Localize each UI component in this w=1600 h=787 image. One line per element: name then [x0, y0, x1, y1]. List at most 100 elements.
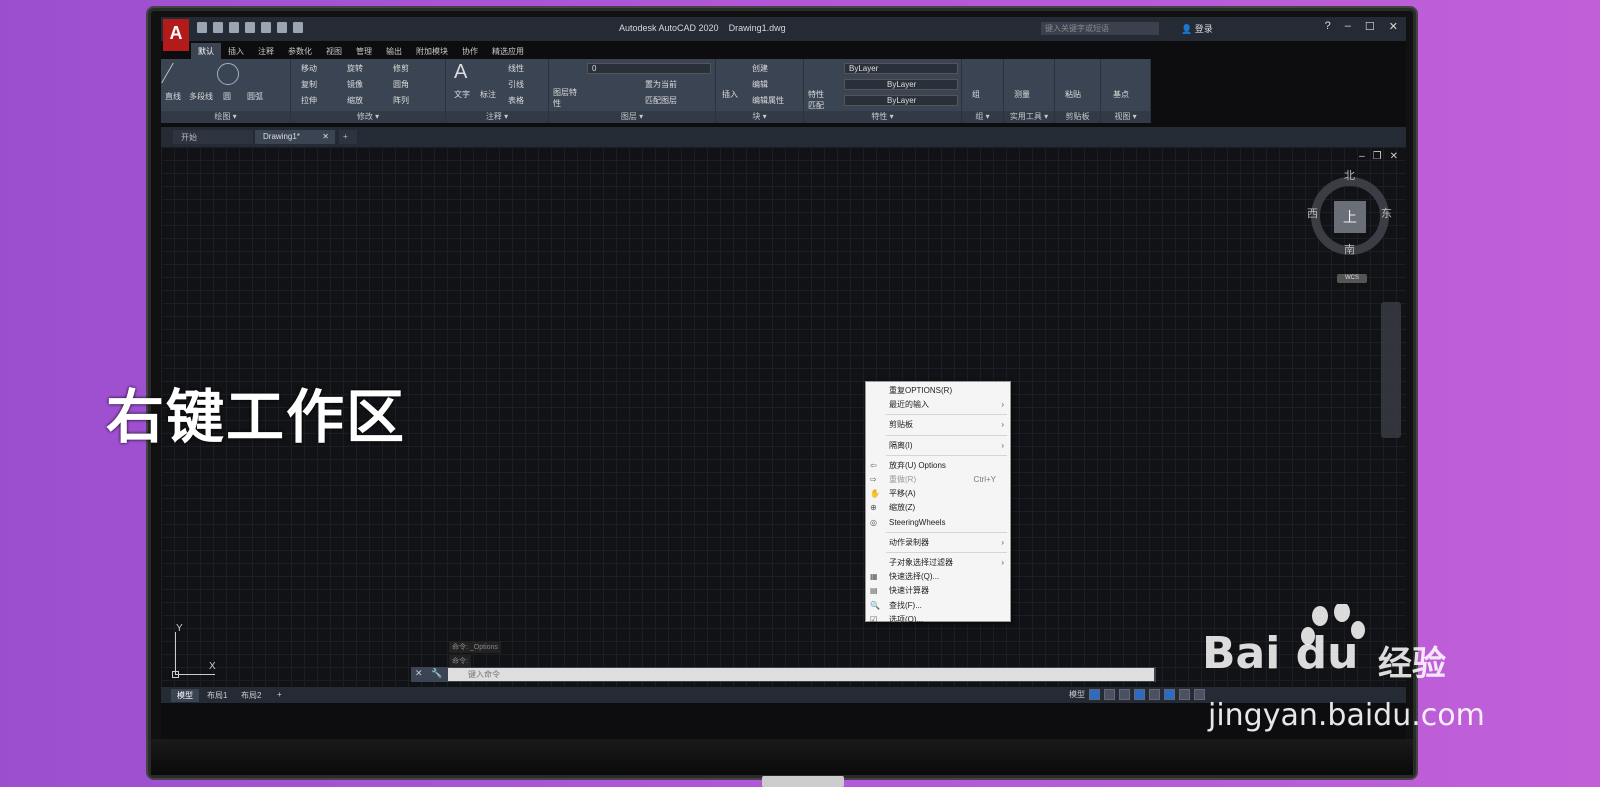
draw-panel-title[interactable]: 绘图 ▾ — [161, 111, 290, 123]
context-menu-item[interactable]: ⇦ 放弃(U) Options — [866, 459, 1010, 472]
linetype-dropdown[interactable]: ByLayer — [844, 79, 958, 90]
context-menu-item[interactable]: 剪贴板 › — [866, 418, 1010, 431]
table-button[interactable]: 表格 — [508, 95, 524, 106]
scale-button[interactable]: 缩放 — [347, 95, 363, 106]
undo-icon[interactable] — [277, 22, 287, 33]
context-menu-item[interactable]: 重复OPTIONS(R) — [866, 384, 1010, 397]
tab-layout2[interactable]: 布局2 — [235, 689, 267, 702]
stretch-button[interactable]: 拉伸 — [301, 95, 317, 106]
layers-panel-title[interactable]: 图层 ▾ — [549, 111, 715, 123]
add-layout-button[interactable]: + — [271, 689, 288, 700]
leader-button[interactable]: 引线 — [508, 79, 524, 90]
help-icon[interactable]: ? — [1325, 20, 1331, 33]
array-button[interactable]: 阵列 — [393, 95, 409, 106]
polyline-button[interactable]: 多段线 — [189, 91, 213, 102]
polar-toggle-icon[interactable] — [1134, 689, 1145, 700]
save-as-icon[interactable] — [245, 22, 255, 33]
context-menu-item[interactable]: 动作录制器 › — [866, 536, 1010, 549]
close-tab-icon[interactable]: ✕ — [322, 132, 329, 141]
color-dropdown[interactable]: ByLayer — [844, 63, 958, 74]
wcs-menu[interactable]: WCS — [1337, 274, 1367, 283]
osnap-toggle-icon[interactable] — [1164, 689, 1175, 700]
maximize-icon[interactable]: ☐ — [1365, 20, 1375, 33]
edit-block-button[interactable]: 编辑 — [752, 79, 768, 90]
measure-button[interactable]: 测量 — [1014, 89, 1030, 100]
save-icon[interactable] — [229, 22, 239, 33]
context-menu-item[interactable]: 🔍 查找(F)... — [866, 599, 1010, 612]
base-point-button[interactable]: 基点 — [1113, 89, 1129, 100]
viewport-minimize-icon[interactable]: – — [1359, 151, 1365, 162]
context-menu-item[interactable]: ▤ 快速计算器 — [866, 584, 1010, 597]
new-icon[interactable] — [197, 22, 207, 33]
context-menu-item[interactable]: ☑ 选项(O)... — [866, 613, 1010, 626]
tab-start[interactable]: 开始 — [173, 130, 253, 144]
ribbon-tab-3[interactable]: 参数化 — [281, 43, 319, 59]
viewcube-south[interactable]: 南 — [1344, 241, 1355, 257]
groups-panel-title[interactable]: 组 ▾ — [962, 111, 1003, 123]
block-panel-title[interactable]: 块 ▾ — [716, 111, 803, 123]
create-block-button[interactable]: 创建 — [752, 63, 768, 74]
line-button[interactable]: 直线 — [165, 91, 181, 102]
context-menu-item[interactable]: 子对象选择过滤器 › — [866, 556, 1010, 569]
ortho-toggle-icon[interactable] — [1119, 689, 1130, 700]
ribbon-tab-2[interactable]: 注释 — [251, 43, 281, 59]
ribbon-tab-9[interactable]: 精选应用 — [485, 43, 531, 59]
open-icon[interactable] — [213, 22, 223, 33]
tab-layout1[interactable]: 布局1 — [201, 689, 233, 702]
ribbon-tab-8[interactable]: 协作 — [455, 43, 485, 59]
annotation-panel-title[interactable]: 注释 ▾ — [446, 111, 548, 123]
grid-toggle-icon[interactable] — [1089, 689, 1100, 700]
close-icon[interactable]: ✕ — [1389, 20, 1398, 33]
snap-toggle-icon[interactable] — [1104, 689, 1115, 700]
ribbon-tab-1[interactable]: 插入 — [221, 43, 251, 59]
context-menu-item[interactable]: ▦ 快速选择(Q)... — [866, 570, 1010, 583]
viewcube-north[interactable]: 北 — [1344, 167, 1355, 183]
modify-panel-title[interactable]: 修改 ▾ — [291, 111, 445, 123]
customize-command-icon[interactable]: 🔧 — [431, 668, 442, 679]
rotate-button[interactable]: 旋转 — [347, 63, 363, 74]
viewport-restore-icon[interactable]: ❐ — [1373, 151, 1382, 162]
context-menu-item[interactable]: ✋ 平移(A) — [866, 487, 1010, 500]
context-menu-item[interactable]: ⊕ 缩放(Z) — [866, 501, 1010, 514]
workspace-icon[interactable] — [1194, 689, 1205, 700]
group-button[interactable]: 组 — [972, 89, 980, 100]
text-icon[interactable]: A — [454, 61, 467, 84]
ribbon-tab-4[interactable]: 视图 — [319, 43, 349, 59]
insert-button[interactable]: 插入 — [722, 89, 738, 100]
application-menu-button[interactable]: A — [163, 19, 189, 51]
line-icon[interactable] — [161, 63, 193, 83]
utilities-panel-title[interactable]: 实用工具 ▾ — [1004, 111, 1054, 123]
plot-icon[interactable] — [261, 22, 271, 33]
ribbon-tab-0[interactable]: 默认 — [191, 43, 221, 59]
isodraft-toggle-icon[interactable] — [1149, 689, 1160, 700]
copy-button[interactable]: 复制 — [301, 79, 317, 90]
circle-button[interactable]: 圆 — [223, 91, 231, 102]
context-menu-item[interactable]: ◎ SteeringWheels — [866, 516, 1010, 529]
ribbon-tab-7[interactable]: 附加模块 — [409, 43, 455, 59]
circle-icon[interactable] — [217, 63, 239, 85]
viewcube-west[interactable]: 西 — [1307, 205, 1318, 221]
match-properties-button[interactable]: 特性匹配 — [808, 89, 828, 111]
trim-button[interactable]: 修剪 — [393, 63, 409, 74]
redo-icon[interactable] — [293, 22, 303, 33]
new-tab-button[interactable]: + — [339, 130, 357, 144]
edit-attributes-button[interactable]: 编辑属性 — [752, 95, 784, 106]
ribbon-tab-6[interactable]: 输出 — [379, 43, 409, 59]
lineweight-dropdown[interactable]: ByLayer — [844, 95, 958, 106]
tab-model[interactable]: 模型 — [171, 689, 199, 702]
linear-button[interactable]: 线性 — [508, 63, 524, 74]
viewcube-top-face[interactable]: 上 — [1334, 201, 1366, 233]
layer-properties-button[interactable]: 图层特性 — [553, 87, 577, 109]
context-menu-item[interactable]: 最近的输入 › — [866, 398, 1010, 411]
arc-button[interactable]: 圆弧 — [247, 91, 263, 102]
viewcube-east[interactable]: 东 — [1381, 205, 1392, 221]
dimension-button[interactable]: 标注 — [480, 89, 496, 100]
view-panel-title[interactable]: 视图 ▾ — [1101, 111, 1150, 123]
navigation-bar[interactable] — [1381, 302, 1401, 438]
layer-dropdown[interactable]: 0 — [587, 63, 711, 74]
mirror-button[interactable]: 镜像 — [347, 79, 363, 90]
annotation-scale-icon[interactable] — [1179, 689, 1190, 700]
move-button[interactable]: 移动 — [301, 63, 317, 74]
set-current-button[interactable]: 置为当前 — [645, 79, 677, 90]
search-input[interactable]: 键入关键字或短语 — [1041, 22, 1159, 35]
